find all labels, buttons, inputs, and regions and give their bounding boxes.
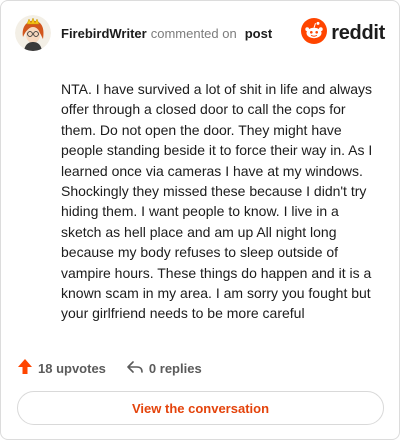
action-text: commented on bbox=[150, 25, 237, 41]
comment-body: NTA. I have survived a lot of shit in li… bbox=[61, 81, 373, 322]
replies-button[interactable]: 0 replies bbox=[126, 359, 202, 378]
upvote-count: 18 upvotes bbox=[38, 360, 106, 376]
user-avatar[interactable] bbox=[15, 15, 51, 51]
reply-count: 0 replies bbox=[148, 360, 202, 376]
upvote-arrow-icon bbox=[17, 358, 33, 378]
comment-card: FirebirdWriter commented on post reddit bbox=[0, 0, 400, 440]
comment-meta: FirebirdWriter commented on post bbox=[61, 26, 272, 41]
post-link[interactable]: post bbox=[245, 26, 272, 41]
reddit-wordmark: reddit bbox=[331, 21, 385, 44]
upvote-button[interactable]: 18 upvotes bbox=[17, 358, 106, 378]
author-name[interactable]: FirebirdWriter bbox=[61, 26, 147, 41]
comment-actions: 18 upvotes 0 replies bbox=[17, 357, 202, 379]
view-conversation-button[interactable]: View the conversation bbox=[17, 391, 384, 425]
reply-arrow-icon bbox=[126, 359, 144, 378]
reddit-logo[interactable]: reddit bbox=[301, 17, 385, 49]
reddit-snoo-icon bbox=[301, 17, 328, 49]
comment-header: FirebirdWriter commented on post reddit bbox=[15, 15, 385, 51]
